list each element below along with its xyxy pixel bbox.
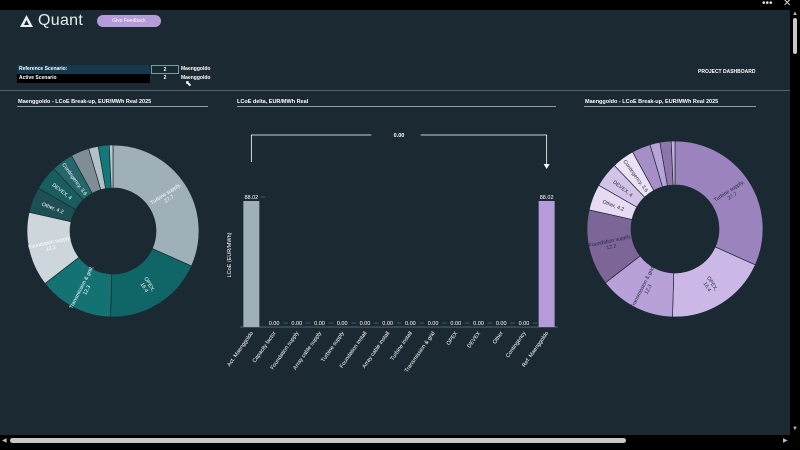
reference-scenario-name: Maenggoldo [181, 66, 211, 72]
pie-slice-turbine-supply [674, 140, 764, 266]
bar-value-label-devex: 0.00 [473, 321, 484, 327]
bar-chart-title-underline [237, 106, 556, 107]
x-tick-label-turbine-supply: Turbine supply [320, 331, 346, 364]
logo-text: Quant [38, 12, 84, 29]
scroll-up-icon[interactable]: ▲ [792, 11, 798, 17]
right-pie-title-underline [584, 106, 756, 107]
left-pie-title-underline [17, 106, 208, 107]
delta-bracket [250, 134, 548, 165]
bar-value-label-transmission-grid: 0.00 [428, 321, 439, 327]
logo-icon [20, 15, 33, 27]
active-scenario-label: Active Scenario [17, 74, 150, 83]
bar-value-label-turbine-supply: 0.00 [337, 321, 348, 327]
bar-value-label-opex: 0.00 [450, 321, 461, 327]
vertical-scrollbar[interactable]: ▲ ▼ [790, 10, 800, 435]
dashboard: Quant Give Feedback Reference Scenario: … [0, 10, 790, 435]
close-icon[interactable]: ✕ [783, 0, 791, 10]
project-dashboard-label: PROJECT DASHBOARD [698, 69, 756, 75]
bar-value-label-foundation-supply: 0.00 [291, 321, 302, 327]
x-tick-label-turbine-install: Turbine install [390, 331, 414, 362]
horizontal-scrollbar[interactable]: ◀ ▶ [0, 435, 800, 450]
right-pie-title: Maenggoldo - LCoE Break-up, EUR/MWh Real… [585, 99, 719, 105]
title-bar: ••• ✕ [0, 0, 800, 10]
x-tick-label-act-maenggoldo: Act. Maenggoldo [226, 331, 255, 368]
bar-value-label-other: 0.00 [496, 321, 507, 327]
bar-value-label-array-cable-supply: 0.00 [314, 321, 325, 327]
bar-value-label-foundation-install: 0.00 [360, 321, 371, 327]
bar-chart-title: LCoE delta, EUR/MWh Real [237, 99, 309, 105]
delta-label: 0.00 [394, 133, 405, 139]
more-icon[interactable]: ••• [762, 0, 773, 10]
give-feedback-button[interactable]: Give Feedback [97, 15, 161, 27]
bar-value-label-contingency: 0.00 [519, 321, 530, 327]
pie-slice-turbine-supply [112, 144, 200, 267]
lcoe-delta-chart: LCoE (EUR/MWh) 88.02 Act. Maenggoldo 0.00 Ca… [226, 133, 558, 374]
scroll-right-icon[interactable]: ▶ [783, 438, 788, 444]
bar-value-label-ref-maenggoldo: 88.02 [540, 195, 554, 201]
left-donut-chart: Turbine supply,27.7OPEX,16.4Transmission… [26, 144, 200, 318]
bar-value-label-capacity-factor: 0.00 [269, 321, 280, 327]
scroll-down-icon[interactable]: ▼ [792, 426, 798, 432]
bar-value-label-turbine-install: 0.00 [405, 321, 416, 327]
x-tick-label-capacity-factor: Capacity factor [252, 331, 278, 365]
left-pie-title: Maenggoldo - LCoE Break-up, EUR/MWh Real… [18, 99, 152, 105]
right-donut-chart: Turbine supply,27.7OPEX,16.4Transmission… [586, 140, 764, 318]
delta-arrow-icon [543, 164, 550, 169]
bar-value-label-array-cable-install: 0.00 [382, 321, 393, 327]
cursor-icon: ⬉ [185, 79, 192, 88]
x-tick-label-other: Other [492, 331, 505, 346]
reference-scenario-label: Reference Scenario: [17, 65, 150, 74]
logo: Quant [20, 12, 83, 30]
active-scenario-select[interactable]: 2 [151, 74, 179, 83]
x-tick-label-devex: DEVEX [467, 330, 483, 349]
bar-act-maenggoldo [243, 201, 260, 327]
horizontal-scroll-thumb[interactable] [10, 438, 626, 443]
bar-ref-maenggoldo [538, 201, 555, 327]
x-tick-label-opex: OPEX [446, 330, 460, 346]
reference-scenario-select[interactable]: 2 [151, 65, 179, 74]
bar-value-label-act-maenggoldo: 88.02 [244, 195, 258, 201]
scroll-left-icon[interactable]: ◀ [2, 438, 7, 444]
x-tick-label-contingency: Contingency [505, 331, 528, 360]
divider [0, 90, 790, 91]
y-axis-label: LCoE (EUR/MWh) [227, 232, 233, 277]
vertical-scroll-thumb[interactable] [793, 18, 797, 54]
